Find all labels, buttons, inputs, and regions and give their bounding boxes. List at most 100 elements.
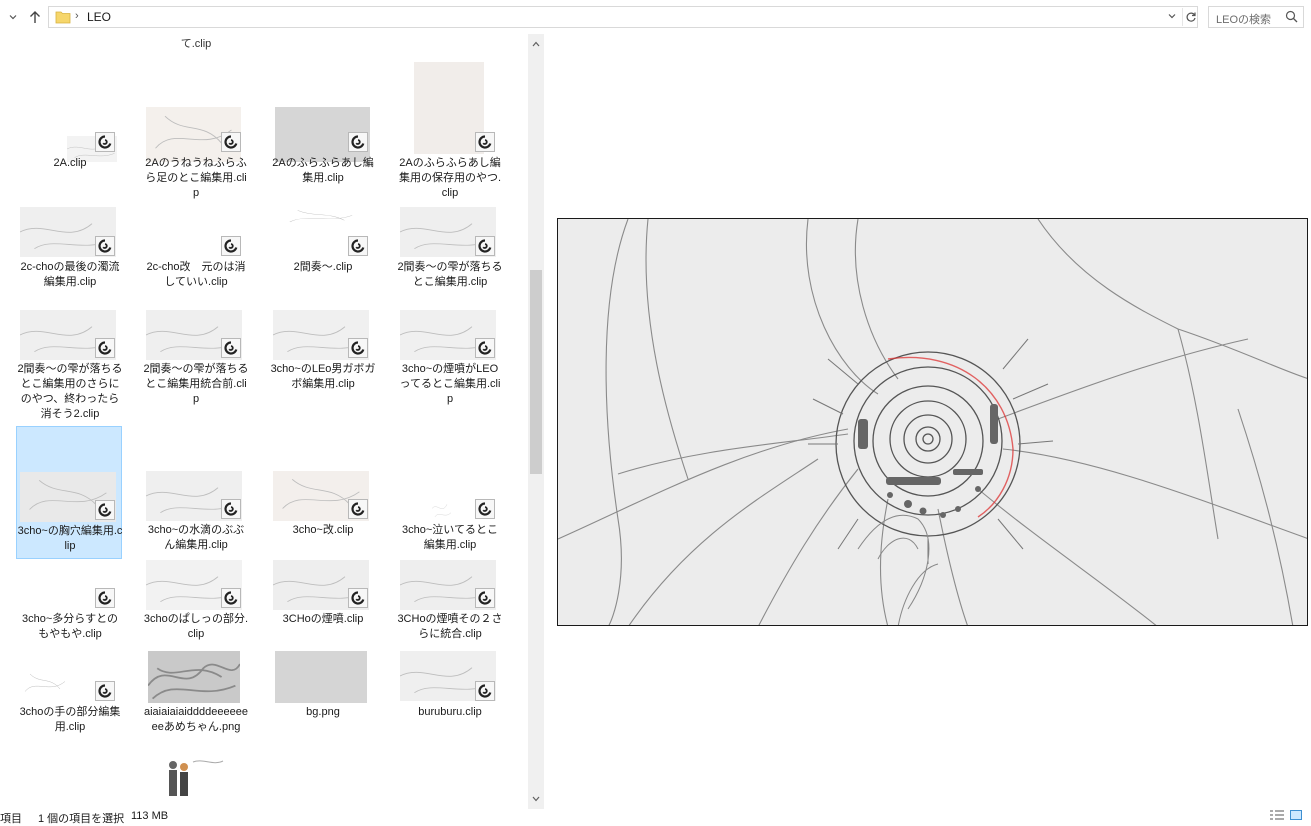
file-tile[interactable]: 3cho~泣いてるとこ編集用.clip (397, 471, 503, 559)
file-thumbnail (282, 207, 360, 227)
status-bar: 項目 1 個の項目を選択 113 MB (0, 809, 1311, 825)
clip-studio-app-icon (475, 338, 495, 358)
file-label: 3cho~多分らすとのもやもや.clip (22, 613, 118, 640)
file-label: 2間奏～.clip (293, 261, 353, 273)
file-tile[interactable]: 2Aのうねうねふらふら足のとこ編集用.clip (143, 102, 249, 207)
file-tile[interactable]: 2間奏～.clip (270, 207, 376, 281)
file-label: 2A.clip (53, 157, 87, 169)
file-label: 2間奏～の雫が落ちるとこ編集用のさらにのやつ、終わったら消そう2.clip (17, 363, 123, 420)
list-item-partial[interactable]: て.clip (143, 34, 249, 54)
refresh-icon[interactable] (1182, 8, 1198, 26)
file-thumbnail (275, 651, 367, 703)
clip-studio-app-icon (348, 338, 368, 358)
clip-studio-app-icon (221, 588, 241, 608)
file-tile[interactable]: 2Aのふらふらあし編集用.clip (270, 102, 376, 192)
breadcrumb-path[interactable]: LEO (87, 10, 111, 24)
file-tile[interactable]: 3cho~の水滴のぶぶん編集用.clip (143, 471, 249, 559)
file-tile[interactable]: 2間奏～の雫が落ちるとこ編集用統合前.clip (143, 310, 249, 405)
search-placeholder: LEOの検索 (1216, 14, 1272, 26)
file-thumbnail (147, 651, 241, 703)
clip-studio-app-icon (348, 499, 368, 519)
item-count-text: 項目 (0, 813, 22, 825)
file-label: 3cho~の水滴のぶぶん編集用.clip (147, 524, 245, 551)
clip-studio-app-icon (95, 338, 115, 358)
file-tile[interactable]: 2Aのふらふらあし編集用の保存用のやつ.clip (397, 62, 503, 207)
file-tile[interactable]: 2間奏～の雫が落ちるとこ編集用のさらにのやつ、終わったら消そう2.clip (17, 310, 123, 428)
clip-studio-app-icon (475, 588, 495, 608)
file-tile[interactable]: aiaiaiaiaiddddeeeeeeeeあめちゃん.png (143, 651, 249, 756)
clip-studio-app-icon (348, 588, 368, 608)
address-toolbar: › LEO LEOの検索 (0, 0, 1311, 34)
folder-icon (55, 10, 71, 27)
clip-studio-app-icon (221, 132, 241, 152)
scroll-down-arrow-icon[interactable] (528, 791, 544, 807)
file-tile[interactable]: 3choの手の部分編集用.clip (17, 651, 123, 741)
search-box[interactable]: LEOの検索 (1208, 6, 1304, 28)
up-arrow-icon[interactable] (26, 7, 44, 27)
clip-studio-app-icon (95, 588, 115, 608)
selection-size-text: 113 MB (131, 810, 169, 822)
file-label: 2間奏～の雫が落ちるとこ編集用統合前.clip (143, 363, 249, 405)
file-tile[interactable]: bg.png (270, 651, 376, 726)
file-tile[interactable]: 2c-choの最後の濁流編集用.clip (17, 207, 123, 296)
details-view-icon[interactable] (1270, 810, 1284, 823)
file-tile[interactable]: 3cho~の煙噴がLEOってるとこ編集用.clip (397, 310, 503, 413)
clip-studio-app-icon (348, 236, 368, 256)
file-grid[interactable]: て.clip 2A.clip 2Aのうねうねふらふら足のとこ編集用.clip 2Aの… (0, 34, 528, 809)
address-field[interactable]: › LEO (48, 6, 1198, 28)
clip-studio-app-icon (475, 236, 495, 256)
file-label: 3choの手の部分編集用.clip (19, 706, 121, 733)
recent-locations-chevron-icon[interactable] (4, 7, 22, 27)
preview-image (558, 219, 1307, 625)
file-label: 3CHoの煙噴.clip (282, 613, 364, 625)
file-label: buruburu.clip (418, 706, 482, 718)
file-tile[interactable]: 3cho~の胸穴編集用.clip (16, 426, 122, 559)
file-thumbnail (431, 496, 452, 521)
file-label: 3cho~の胸穴編集用.clip (17, 525, 123, 552)
clip-studio-app-icon (95, 681, 115, 701)
file-label: 2Aのうねうねふらふら足のとこ編集用.clip (145, 157, 247, 199)
scrollbar-thumb[interactable] (530, 270, 542, 474)
vertical-scrollbar[interactable] (528, 34, 544, 809)
clip-studio-app-icon (475, 499, 495, 519)
file-tile[interactable]: 2c-cho改 元のは消していい.clip (143, 207, 249, 296)
file-thumbnail-partial[interactable] (165, 756, 227, 809)
file-tile[interactable]: 3cho~多分らすとのもやもや.clip (17, 560, 123, 648)
file-tile[interactable]: 3CHoの煙噴.clip (270, 560, 376, 633)
clip-studio-app-icon (95, 236, 115, 256)
clip-studio-app-icon (221, 338, 241, 358)
file-label: bg.png (306, 706, 340, 718)
file-tile[interactable]: 2A.clip (17, 102, 123, 177)
file-tile[interactable]: 3choのぱしっの部分.clip (143, 560, 249, 648)
file-label: 2Aのふらふらあし編集用の保存用のやつ.clip (398, 157, 502, 199)
scroll-up-arrow-icon[interactable] (528, 36, 544, 52)
file-thumbnail (20, 669, 70, 699)
clip-studio-app-icon (475, 132, 495, 152)
file-tile[interactable]: 3cho~改.clip (270, 471, 376, 544)
file-label: 2間奏～の雫が落ちるとこ編集用.clip (397, 261, 503, 288)
clip-studio-app-icon (95, 500, 115, 520)
clip-studio-app-icon (475, 681, 495, 701)
clip-studio-app-icon (348, 132, 368, 152)
file-tile[interactable]: 3cho~のLEo男ガボガボ編集用.clip (270, 310, 376, 398)
breadcrumb-chevron-icon: › (75, 10, 79, 22)
selection-text: 1 個の項目を選択 (38, 813, 125, 825)
file-tile[interactable]: 3CHoの煙噴その２さらに統合.clip (397, 560, 503, 648)
preview-pane (557, 218, 1308, 626)
file-thumbnail (414, 62, 484, 154)
file-label: て.clip (180, 38, 212, 50)
file-label: 3cho~改.clip (292, 524, 354, 536)
search-icon[interactable] (1285, 10, 1298, 26)
clip-studio-app-icon (221, 236, 241, 256)
view-toggle (1270, 810, 1302, 823)
file-label: 2c-choの最後の濁流編集用.clip (20, 261, 120, 288)
file-tile[interactable]: buruburu.clip (397, 651, 503, 726)
file-tile[interactable]: 2間奏～の雫が落ちるとこ編集用.clip (397, 207, 503, 311)
file-label: 3cho~のLEo男ガボガボ編集用.clip (270, 363, 376, 390)
address-dropdown-icon[interactable] (1167, 10, 1177, 24)
file-label: aiaiaiaiaiddddeeeeeeeeあめちゃん.png (144, 706, 248, 733)
file-label: 3CHoの煙噴その２さらに統合.clip (397, 613, 503, 640)
file-label: 2c-cho改 元のは消していい.clip (146, 261, 246, 288)
large-icons-view-icon[interactable] (1290, 810, 1302, 823)
file-label: 3cho~の煙噴がLEOってるとこ編集用.clip (399, 363, 501, 405)
